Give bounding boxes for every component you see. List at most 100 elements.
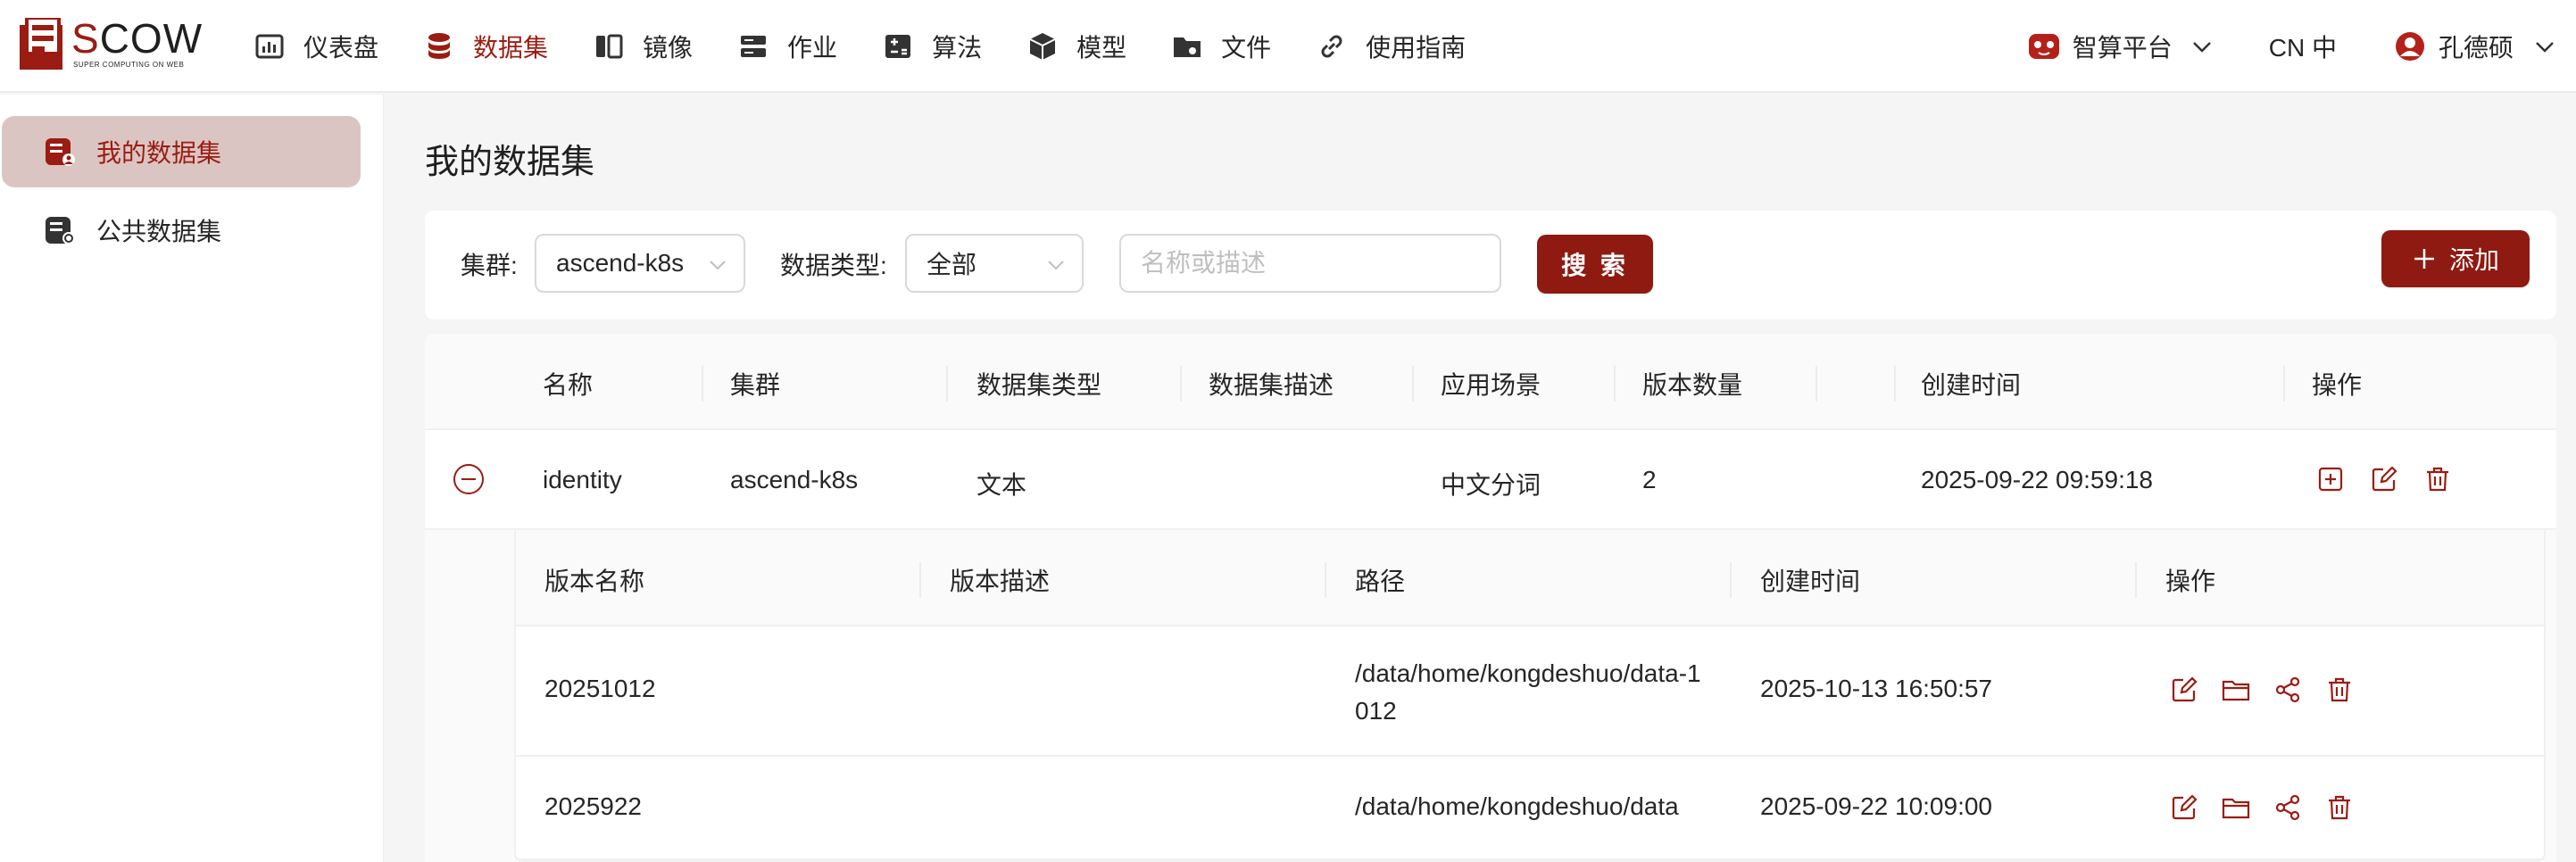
top-header: SCOW SUPER COMPUTING ON WEB 仪表盘 数据集 镜像 作…: [0, 0, 2576, 93]
column-header: 数据集描述: [1209, 371, 1334, 399]
scow-logo-icon: [20, 18, 62, 70]
link-icon: [1321, 35, 1342, 58]
column-header: 操作: [2312, 371, 2363, 399]
dashboard-icon: [255, 34, 284, 59]
cluster-select-value: ascend-k8s: [556, 249, 685, 277]
main-nav: 仪表盘 数据集 镜像 作业 算法 模型 文件 使用指南: [250, 0, 1507, 93]
search-button[interactable]: 搜 索: [1537, 235, 1653, 294]
public-dataset-icon: [46, 217, 75, 245]
column-divider: [1730, 562, 1732, 598]
sidebar-item-my-datasets[interactable]: 我的数据集: [2, 116, 361, 187]
robot-icon: [2028, 34, 2059, 59]
cluster-label: 集群:: [461, 252, 518, 279]
user-menu[interactable]: 孔德硕: [2394, 29, 2556, 64]
edit-icon[interactable]: [2169, 792, 2199, 823]
nav-job-label: 作业: [787, 34, 838, 62]
share-icon[interactable]: [2273, 675, 2303, 705]
chevron-down-icon: [1048, 261, 1064, 270]
version-name: 2025922: [544, 792, 643, 820]
type-label: 数据类型:: [780, 252, 887, 279]
chevron-down-icon: [2192, 42, 2211, 53]
job-icon: [741, 36, 767, 57]
edit-icon[interactable]: [2369, 464, 2399, 494]
version-row[interactable]: 2025922 /data/home/kongdeshuo/data 2025-…: [516, 757, 2544, 860]
column-divider: [2135, 562, 2137, 598]
nav-dashboard-label: 仪表盘: [303, 34, 379, 62]
table-row[interactable]: identity ascend-k8s 文本 中文分词 2 2025-09-22…: [425, 430, 2556, 530]
edit-icon[interactable]: [2169, 675, 2199, 705]
versions-table: 版本名称 版本描述 路径 创建时间 操作 20251012 /data/home…: [514, 530, 2546, 862]
nav-model[interactable]: 模型: [1023, 0, 1148, 93]
version-created-time: 2025-10-13 16:50:57: [1760, 675, 1992, 702]
chevron-down-icon: [710, 261, 726, 270]
delete-icon[interactable]: [2422, 464, 2453, 494]
column-divider: [1614, 366, 1616, 402]
add-button-label: 添加: [2448, 246, 2499, 274]
column-divider: [1180, 366, 1182, 402]
column-divider: [1412, 366, 1414, 402]
user-avatar-icon: [2395, 32, 2424, 61]
delete-icon[interactable]: [2324, 675, 2355, 705]
sidebar-item-label: 我的数据集: [96, 139, 222, 167]
chevron-down-icon: [2536, 42, 2554, 53]
column-header: 集群: [730, 371, 781, 399]
column-header: 应用场景: [1441, 371, 1541, 399]
type-select[interactable]: 全部: [905, 234, 1084, 293]
column-divider: [946, 366, 948, 402]
header-right: 智算平台 CN 中 孔德硕: [2026, 0, 2576, 93]
version-created-time: 2025-09-22 10:09:00: [1760, 792, 1992, 820]
dataset-scenario: 中文分词: [1441, 471, 1541, 499]
folder-icon: [1174, 37, 1201, 57]
column-divider: [1816, 366, 1817, 402]
plus-icon: [2414, 249, 2434, 269]
version-path: /data/home/kongdeshuo/data-1012: [1355, 659, 1701, 725]
brand-subtitle: SUPER COMPUTING ON WEB: [73, 61, 185, 69]
dataset-name: identity: [543, 466, 622, 493]
dataset-cluster: ascend-k8s: [730, 466, 859, 493]
nav-job[interactable]: 作业: [734, 0, 859, 93]
version-name: 20251012: [544, 675, 656, 702]
model-cube-icon: [1029, 33, 1056, 60]
image-icon: [596, 34, 623, 59]
nav-file[interactable]: 文件: [1168, 0, 1292, 93]
open-folder-icon[interactable]: [2221, 675, 2251, 705]
platform-switcher[interactable]: 智算平台: [2026, 29, 2214, 64]
column-header: 创建时间: [1760, 568, 1861, 595]
column-header: 创建时间: [1921, 371, 2022, 399]
column-header: 版本数量: [1642, 371, 1743, 399]
dataset-table: 名称 集群 数据集类型 数据集描述 应用场景 版本数量 创建时间 操作 iden…: [425, 334, 2556, 862]
share-icon[interactable]: [2273, 792, 2303, 823]
column-divider: [1325, 562, 1326, 598]
language-switcher[interactable]: CN 中: [2269, 29, 2337, 64]
add-version-icon[interactable]: [2315, 464, 2346, 494]
nav-model-label: 模型: [1076, 34, 1127, 62]
column-divider: [1894, 366, 1896, 402]
nav-image[interactable]: 镜像: [589, 0, 714, 93]
sidebar-item-public-datasets[interactable]: 公共数据集: [2, 195, 361, 266]
add-dataset-button[interactable]: 添加: [2381, 230, 2530, 287]
column-divider: [919, 562, 921, 598]
sidebar: 我的数据集 公共数据集: [0, 95, 384, 862]
scow-logo[interactable]: SCOW SUPER COMPUTING ON WEB: [20, 16, 202, 75]
nav-image-label: 镜像: [643, 34, 694, 62]
column-header: 路径: [1355, 568, 1406, 595]
collapse-row-icon[interactable]: [453, 464, 484, 494]
column-divider: [2283, 366, 2285, 402]
open-folder-icon[interactable]: [2221, 792, 2251, 823]
nav-algorithm[interactable]: 算法: [878, 0, 1003, 93]
column-header: 名称: [543, 371, 594, 399]
cluster-select[interactable]: ascend-k8s: [535, 234, 745, 293]
versions-table-header: 版本名称 版本描述 路径 创建时间 操作: [516, 530, 2544, 626]
version-path: /data/home/kongdeshuo/data: [1355, 792, 1679, 820]
expanded-versions-area: 版本名称 版本描述 路径 创建时间 操作 20251012 /data/home…: [425, 530, 2556, 862]
version-row[interactable]: 20251012 /data/home/kongdeshuo/data-1012…: [516, 626, 2544, 757]
sidebar-item-label: 公共数据集: [96, 218, 222, 245]
nav-file-label: 文件: [1221, 34, 1272, 62]
nav-dataset[interactable]: 数据集: [420, 0, 569, 93]
nav-guide-label: 使用指南: [1366, 34, 1467, 62]
search-input[interactable]: [1119, 234, 1501, 293]
dataset-version-count: 2: [1642, 466, 1657, 493]
nav-dashboard[interactable]: 仪表盘: [250, 0, 400, 93]
nav-guide[interactable]: 使用指南: [1312, 0, 1487, 93]
delete-icon[interactable]: [2324, 792, 2355, 823]
